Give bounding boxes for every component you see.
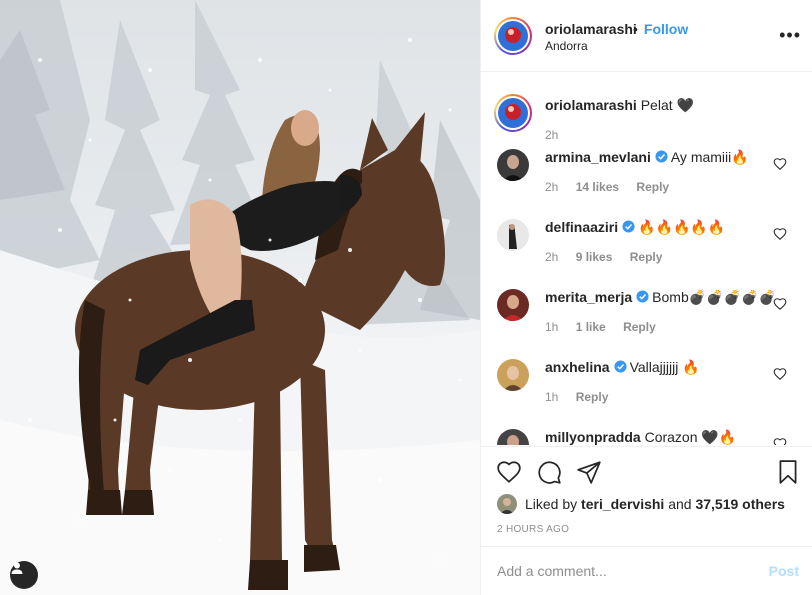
caption-avatar[interactable] (494, 94, 532, 132)
user-tag-icon[interactable] (10, 561, 38, 589)
heart-icon[interactable] (496, 459, 522, 485)
verified-badge-icon (614, 360, 627, 373)
follow-button[interactable]: • Follow (633, 21, 688, 37)
comments-list[interactable]: oriolamarashi Pelat 🖤 2h armina_mevlani A… (481, 73, 812, 445)
follow-separator: • (633, 21, 638, 37)
comment-meta: 2h 9 likes Reply (545, 250, 676, 264)
caption-username[interactable]: oriolamarashi (545, 97, 637, 113)
liker-avatar[interactable] (497, 494, 517, 514)
commenter-avatar[interactable] (497, 289, 529, 321)
likes-summary[interactable]: Liked by teri_dervishi and 37,519 others (497, 494, 785, 514)
reply-button[interactable]: Reply (623, 320, 656, 334)
comment-body: Corazon 🖤🔥 (644, 429, 737, 445)
comment-username[interactable]: armina_mevlani (545, 149, 651, 165)
location-link[interactable]: Andorra (545, 39, 588, 53)
comment-heart-icon[interactable] (773, 297, 787, 311)
comment-time[interactable]: 1h (545, 320, 558, 334)
post-photo[interactable] (0, 0, 480, 595)
comment-body: Ay mamiii🔥 (670, 149, 749, 165)
post-header: oriolamarashi • Follow Andorra ••• (481, 0, 812, 72)
reply-button[interactable]: Reply (636, 180, 669, 194)
comment-heart-icon[interactable] (773, 157, 787, 171)
post-side-panel: oriolamarashi • Follow Andorra ••• oriol… (480, 0, 812, 595)
post-timestamp[interactable]: 2 HOURS AGO (497, 524, 569, 535)
comment-item: millyonpradda Corazon 🖤🔥 (481, 423, 812, 445)
author-avatar[interactable] (494, 17, 532, 55)
comment-time[interactable]: 2h (545, 250, 558, 264)
caption-text: Pelat 🖤 (640, 97, 694, 113)
comment-text-row: merita_merja Bomb💣💣💣💣💣 (545, 289, 776, 306)
comment-item: anxhelina Vallajjjjjj 🔥 1h Reply (481, 353, 812, 423)
comment-username[interactable]: merita_merja (545, 289, 632, 305)
commenter-avatar[interactable] (497, 359, 529, 391)
comment-body: Vallajjjjjj 🔥 (629, 359, 700, 375)
comment-body: 🔥🔥🔥🔥🔥 (638, 219, 726, 235)
commenter-avatar[interactable] (497, 429, 529, 445)
add-comment-bar: Post (481, 546, 812, 595)
comment-likes[interactable]: 1 like (576, 320, 606, 334)
comment-text-row: millyonpradda Corazon 🖤🔥 (545, 429, 736, 445)
comment-meta: 2h 14 likes Reply (545, 180, 683, 194)
comment-item: armina_mevlani Ay mamiii🔥 2h 14 likes Rep… (481, 143, 812, 213)
reply-button[interactable]: Reply (630, 250, 663, 264)
comment-time[interactable]: 1h (545, 390, 558, 404)
comment-username[interactable]: delfinaaziri (545, 219, 618, 235)
comment-meta: 1h Reply (545, 390, 622, 404)
comment-input[interactable] (497, 561, 747, 581)
likes-others[interactable]: 37,519 others (695, 496, 785, 512)
likes-prefix: Liked by (525, 496, 578, 512)
comment-heart-icon[interactable] (773, 367, 787, 381)
post-comment-button[interactable]: Post (769, 563, 799, 579)
verified-badge-icon (622, 220, 635, 233)
comment-likes[interactable]: 14 likes (576, 180, 619, 194)
comment-item: merita_merja Bomb💣💣💣💣💣 1h 1 like Reply (481, 283, 812, 353)
comment-heart-icon[interactable] (773, 437, 787, 445)
comment-item: delfinaaziri 🔥🔥🔥🔥🔥 2h 9 likes Reply (481, 213, 812, 283)
follow-label: Follow (643, 21, 689, 37)
comment-username[interactable]: millyonpradda (545, 429, 641, 445)
verified-badge-icon (636, 290, 649, 303)
comment-meta: 1h 1 like Reply (545, 320, 670, 334)
comment-text-row: armina_mevlani Ay mamiii🔥 (545, 149, 749, 166)
comment-likes[interactable]: 9 likes (576, 250, 613, 264)
more-options-icon[interactable]: ••• (779, 26, 801, 44)
comment-time[interactable]: 2h (545, 180, 558, 194)
commenter-avatar[interactable] (497, 149, 529, 181)
comment-text-row: anxhelina Vallajjjjjj 🔥 (545, 359, 700, 376)
post-actions: Liked by teri_dervishi and 37,519 others… (481, 446, 812, 546)
likes-connector: and (668, 496, 692, 512)
comment-username[interactable]: anxhelina (545, 359, 610, 375)
post-image (0, 0, 480, 595)
verified-badge-icon (655, 150, 668, 163)
caption-time[interactable]: 2h (545, 128, 558, 142)
liker-username[interactable]: teri_dervishi (581, 496, 664, 512)
comment-body: Bomb💣💣💣💣💣 (652, 289, 776, 305)
caption-text-row: oriolamarashi Pelat 🖤 (545, 97, 694, 114)
paper-plane-icon[interactable] (576, 459, 602, 485)
reply-button[interactable]: Reply (576, 390, 609, 404)
author-username[interactable]: oriolamarashi (545, 21, 637, 37)
bookmark-icon[interactable] (775, 459, 801, 485)
commenter-avatar[interactable] (497, 219, 529, 251)
comment-icon[interactable] (536, 459, 562, 485)
comment-text-row: delfinaaziri 🔥🔥🔥🔥🔥 (545, 219, 725, 236)
comment-heart-icon[interactable] (773, 227, 787, 241)
